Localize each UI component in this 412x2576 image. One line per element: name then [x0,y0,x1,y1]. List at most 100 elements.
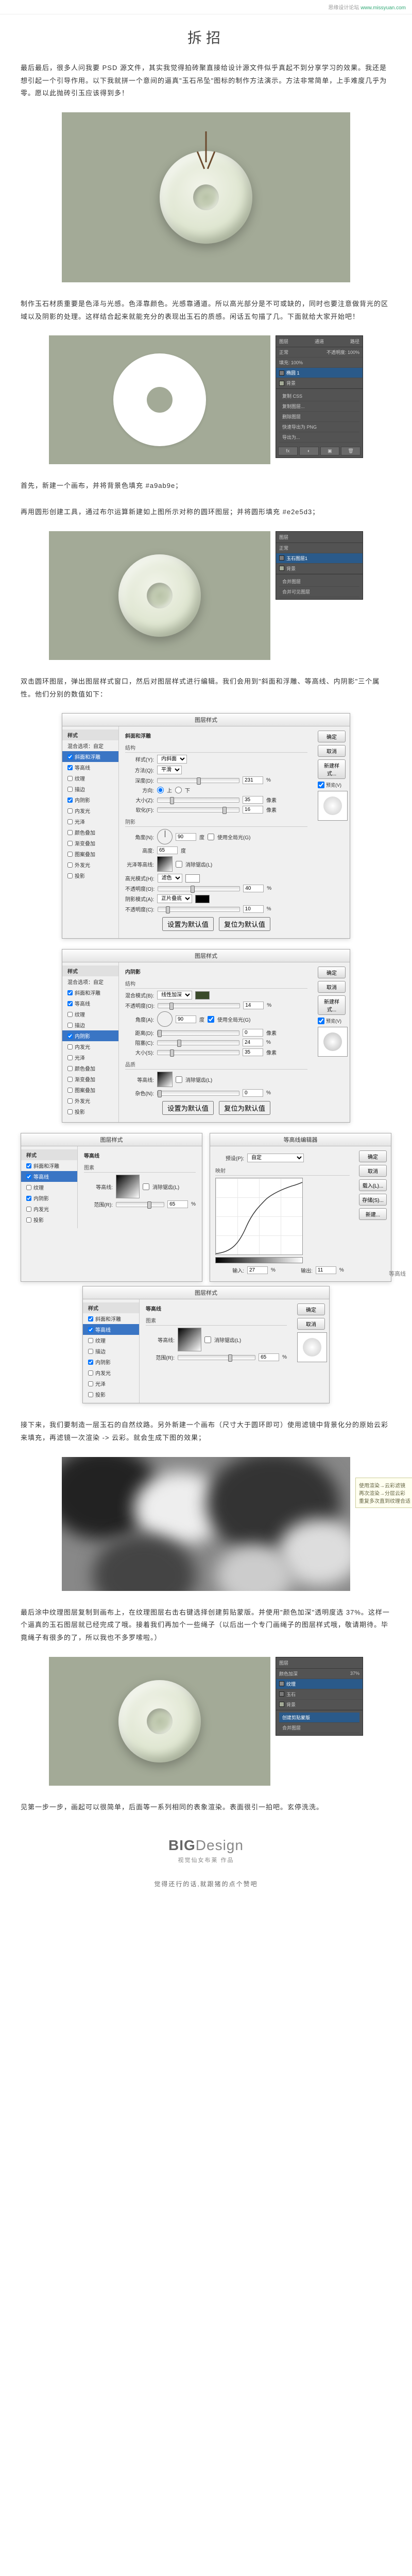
layers-tab[interactable]: 图层 [279,534,288,540]
chk[interactable] [67,1098,73,1104]
ok-button[interactable]: 确定 [359,1150,387,1162]
size-input[interactable] [243,796,263,804]
angle-input[interactable] [176,1015,196,1023]
size-slider[interactable] [157,1050,239,1055]
hiop-input[interactable] [243,885,264,892]
blend-mode[interactable]: 正常 [279,349,288,355]
chk[interactable] [67,1077,73,1082]
paths-tab[interactable]: 路径 [350,338,359,345]
chk[interactable] [67,852,73,857]
opt-contour[interactable]: 等高线 [83,1324,139,1335]
chk[interactable] [67,990,73,995]
soft-input[interactable] [243,806,263,814]
opt-outerglow[interactable]: 外发光 [62,1095,118,1106]
opt-color[interactable]: 颜色叠加 [62,827,118,838]
chk[interactable] [67,1012,73,1017]
opt-innerglow[interactable]: 内发光 [62,1041,118,1052]
chk[interactable] [67,787,73,792]
opt-contour[interactable]: 等高线 [62,998,118,1009]
opt-stroke[interactable]: 描边 [83,1346,139,1357]
gloss-contour[interactable] [157,856,173,872]
newstyle-button[interactable]: 新建样式... [318,759,346,779]
cancel-button[interactable]: 取消 [318,745,346,757]
opt-dropshadow[interactable]: 投影 [21,1214,77,1225]
chk[interactable] [26,1217,31,1223]
opt-stroke[interactable]: 描边 [62,784,118,794]
preview-chk[interactable] [318,1018,324,1024]
chk[interactable] [67,1044,73,1049]
chk[interactable] [26,1207,31,1212]
chk[interactable] [67,765,73,770]
opt-innerglow[interactable]: 内发光 [83,1367,139,1378]
opt-pattern[interactable]: 图案叠加 [62,849,118,859]
opt-innershadow[interactable]: 内阴影 [62,794,118,805]
save-button[interactable]: 存储(S)... [359,1194,387,1206]
menu-flatten[interactable]: 合并可见图层 [279,587,359,597]
cancel-button[interactable]: 取消 [297,1318,325,1330]
chk[interactable] [67,1088,73,1093]
shmode-select[interactable]: 正片叠底 [157,894,192,903]
global-chk[interactable] [208,834,214,840]
new-button[interactable]: 新建... [359,1208,387,1220]
chk[interactable] [88,1370,93,1376]
opt-satin[interactable]: 光泽 [62,816,118,827]
opt-stroke[interactable]: 描边 [62,1020,118,1030]
hilight-color[interactable] [185,874,200,883]
fill-field[interactable]: 填充: 100% [279,359,303,366]
op-input[interactable] [243,1002,264,1009]
output-val[interactable] [316,1266,336,1274]
shadow-color[interactable] [195,895,210,903]
layer-texture[interactable]: 纹理 [286,1681,296,1687]
menu-merge[interactable]: 合并图层 [279,577,359,587]
chk[interactable] [67,808,73,814]
defaults-btn[interactable]: 设置为默认值 [162,1101,214,1115]
dist-slider[interactable] [157,1030,239,1036]
size-slider[interactable] [157,798,239,803]
opt-gradient[interactable]: 渐变叠加 [62,838,118,849]
opt-color[interactable]: 颜色叠加 [62,1063,118,1074]
aa-chk[interactable] [143,1183,149,1190]
himode-select[interactable]: 滤色 [158,874,182,883]
opt-outerglow[interactable]: 外发光 [62,859,118,870]
aa-chk[interactable] [204,1336,211,1343]
op-slider[interactable] [158,1003,240,1008]
chk[interactable] [67,1055,73,1060]
preview-chk[interactable] [318,782,324,788]
style-select[interactable]: 内斜面 [157,755,187,764]
noise-input[interactable] [243,1089,263,1097]
menu-png[interactable]: 快速导出为 PNG [279,422,359,432]
panel-btn[interactable]: ▣ [320,447,340,455]
opt-contour[interactable]: 等高线 [62,762,118,773]
cancel-button[interactable]: 取消 [318,981,346,993]
noise-slider[interactable] [157,1091,239,1096]
layer-jade[interactable]: 玉石图层1 [286,555,307,562]
ok-button[interactable]: 确定 [297,1303,325,1315]
depth-slider[interactable] [157,778,239,783]
chk[interactable] [88,1360,93,1365]
defaults-btn[interactable]: 设置为默认值 [162,917,214,931]
opt-bevel[interactable]: 斜面和浮雕 [21,1160,77,1171]
opt-texture[interactable]: 纹理 [62,1009,118,1020]
layers-tab[interactable]: 图层 [279,1659,288,1666]
blend-select[interactable]: 线性加深 [157,991,192,999]
opt-gradient[interactable]: 渐变叠加 [62,1074,118,1084]
reset-btn[interactable]: 复位为默认值 [219,917,270,931]
layer-ellipse[interactable]: 椭圆 1 [286,369,300,376]
opt-blend[interactable]: 混合选项：自定 [62,976,118,987]
contour-thumb[interactable] [116,1175,140,1198]
choke-input[interactable] [243,1039,263,1046]
chk[interactable] [67,830,73,835]
chk[interactable] [67,1023,73,1028]
range-slider[interactable] [116,1202,164,1207]
chk[interactable] [67,1033,73,1039]
layer-bg[interactable]: 背景 [286,565,296,572]
range-slider[interactable] [178,1355,255,1360]
shadow-color[interactable] [195,991,210,999]
site-url[interactable]: www.missyuan.com [360,5,406,11]
choke-slider[interactable] [157,1040,239,1045]
chk[interactable] [67,1001,73,1006]
chk[interactable] [67,873,73,878]
soft-slider[interactable] [157,807,239,812]
layer-bg[interactable]: 背景 [286,1701,296,1708]
chk[interactable] [67,819,73,824]
